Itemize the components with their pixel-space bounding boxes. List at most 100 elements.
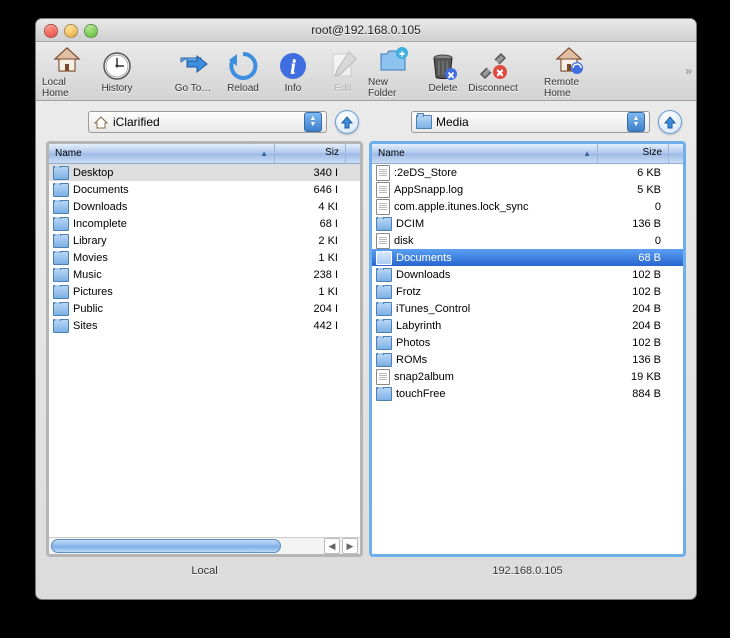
list-item[interactable]: disk0 (372, 232, 683, 249)
list-item[interactable]: Labyrinth204 B (372, 317, 683, 334)
item-name: AppSnapp.log (394, 184, 463, 196)
zoom-button[interactable] (84, 24, 98, 38)
item-name: :2eDS_Store (394, 167, 457, 179)
info-icon: i (276, 49, 310, 83)
titlebar: root@192.168.0.105 (36, 19, 696, 42)
edit-label: Edit (334, 83, 351, 94)
item-size: 102 B (607, 269, 669, 281)
local-home-label: Local Home (42, 77, 92, 99)
svg-text:i: i (290, 56, 296, 78)
item-size: 6 KB (607, 167, 669, 179)
folder-icon (376, 268, 392, 282)
minimize-button[interactable] (64, 24, 78, 38)
list-item[interactable]: DCIM 136 B (372, 215, 683, 232)
list-item[interactable]: Incomplete68 I (49, 215, 360, 232)
scroll-left-icon[interactable]: ◀ (324, 538, 340, 554)
item-name: Desktop (73, 167, 113, 179)
item-size: 340 I (284, 167, 346, 179)
list-item[interactable]: touchFree884 B (372, 385, 683, 402)
list-item[interactable]: Public204 I (49, 300, 360, 317)
item-name: disk (394, 235, 414, 247)
reload-button[interactable]: Reload (218, 49, 268, 94)
list-item[interactable]: com.apple.itunes.lock_sync0 (372, 198, 683, 215)
new-folder-label: New Folder (368, 77, 418, 99)
item-name: Downloads (73, 201, 127, 213)
list-item[interactable]: iTunes_Control204 B (372, 300, 683, 317)
list-item[interactable]: Downloads4 KI (49, 198, 360, 215)
local-path-label: iClarified (113, 115, 304, 129)
remote-pane-label: 192.168.0.105 (369, 557, 686, 581)
local-home-button[interactable]: Local Home (42, 43, 92, 99)
list-item[interactable]: Music238 I (49, 266, 360, 283)
remote-home-button[interactable]: Remote Home (544, 43, 594, 99)
local-size-column[interactable]: Siz (275, 144, 346, 163)
list-item[interactable]: Documents68 B (372, 249, 683, 266)
item-name: iTunes_Control (396, 303, 470, 315)
remote-rows[interactable]: :2eDS_Store 6 KB AppSnapp.log 5 KB com.apple… (372, 164, 683, 554)
local-up-button[interactable] (335, 110, 359, 134)
list-item[interactable]: Sites442 I (49, 317, 360, 334)
item-size: 204 I (284, 303, 346, 315)
list-item[interactable]: AppSnapp.log 5 KB (372, 181, 683, 198)
close-button[interactable] (44, 24, 58, 38)
item-name: Documents (73, 184, 129, 196)
delete-button[interactable]: ✕ Delete (418, 49, 468, 94)
up-arrow-icon (663, 115, 677, 129)
remote-path-popup[interactable]: Media ▲▼ (411, 111, 650, 133)
list-item[interactable]: Documents646 I (49, 181, 360, 198)
local-name-column[interactable]: Name▲ (49, 144, 275, 163)
folder-icon (376, 336, 392, 350)
history-label: History (101, 83, 132, 94)
list-item[interactable]: Movies1 KI (49, 249, 360, 266)
item-name: DCIM (396, 218, 424, 230)
list-item[interactable]: ROMs136 B (372, 351, 683, 368)
list-item[interactable]: snap2album19 KB (372, 368, 683, 385)
popup-arrows-icon: ▲▼ (304, 112, 322, 132)
window-controls (44, 24, 98, 38)
file-icon (376, 369, 390, 385)
panes: iClarified ▲▼ Name▲ Siz Desktop 340 I Docu… (36, 101, 696, 585)
item-name: com.apple.itunes.lock_sync (394, 201, 529, 213)
delete-label: Delete (429, 83, 458, 94)
file-icon (376, 233, 390, 249)
local-horizontal-scrollbar[interactable]: ◀ ▶ (49, 537, 360, 554)
item-size: 136 B (607, 218, 669, 230)
list-item[interactable]: Desktop 340 I (49, 164, 360, 181)
list-item[interactable]: Pictures1 KI (49, 283, 360, 300)
item-size: 238 I (284, 269, 346, 281)
local-path-popup[interactable]: iClarified ▲▼ (88, 111, 327, 133)
item-size: 5 KB (607, 184, 669, 196)
scroll-right-icon[interactable]: ▶ (342, 538, 358, 554)
svg-text:✕: ✕ (496, 68, 504, 79)
goto-button[interactable]: Go To… (168, 49, 218, 94)
item-size: 204 B (607, 320, 669, 332)
item-name: Pictures (73, 286, 113, 298)
history-button[interactable]: History (92, 49, 142, 94)
info-button[interactable]: i Info (268, 49, 318, 94)
list-item[interactable]: :2eDS_Store 6 KB (372, 164, 683, 181)
folder-icon (376, 285, 392, 299)
list-item[interactable]: Downloads102 B (372, 266, 683, 283)
list-item[interactable]: Frotz102 B (372, 283, 683, 300)
list-item[interactable]: Photos102 B (372, 334, 683, 351)
goto-icon (176, 49, 210, 83)
new-folder-button[interactable]: + New Folder (368, 43, 418, 99)
folder-icon (53, 319, 69, 333)
local-rows[interactable]: Desktop 340 I Documents646 IDownloads4 KII… (49, 164, 360, 537)
disconnect-icon: ✕ (476, 49, 510, 83)
folder-icon (53, 183, 69, 197)
item-name: Library (73, 235, 107, 247)
list-item[interactable]: Library 2 KI (49, 232, 360, 249)
folder-icon (376, 353, 392, 367)
svg-text:✕: ✕ (447, 70, 455, 80)
remote-name-column[interactable]: Name▲ (372, 144, 598, 163)
item-size: 2 KI (284, 235, 346, 247)
scrollbar-thumb[interactable] (51, 539, 281, 553)
item-name: Movies (73, 252, 108, 264)
disconnect-button[interactable]: ✕ Disconnect (468, 49, 518, 94)
trash-icon: ✕ (426, 49, 460, 83)
remote-up-button[interactable] (658, 110, 682, 134)
toolbar-overflow-icon[interactable]: » (685, 64, 692, 78)
folder-icon (53, 166, 69, 180)
remote-size-column[interactable]: Size (598, 144, 669, 163)
